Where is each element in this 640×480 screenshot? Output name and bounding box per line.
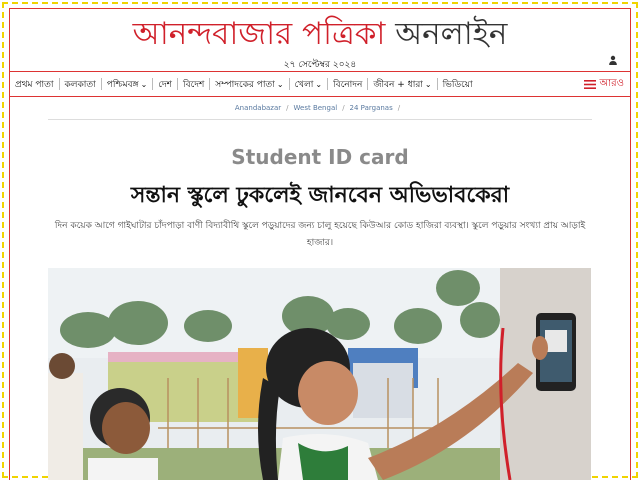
more-menu-button[interactable]: আরও bbox=[584, 76, 624, 93]
nav-item-label: পশ্চিমবঙ্গ bbox=[106, 79, 139, 90]
nav-item-label: প্রথম পাতা bbox=[15, 79, 54, 90]
masthead-logo[interactable]: আনন্দবাজার পত্রিকা অনলাইন bbox=[0, 14, 640, 54]
nav-item-label: ভিডিয়ো bbox=[442, 79, 473, 90]
article-headline: সন্তান স্কুলে ঢুকলেই জানবেন অভিভাবকেরা bbox=[130, 182, 510, 208]
user-icon[interactable] bbox=[607, 54, 619, 66]
nav-item[interactable]: প্রথম পাতা bbox=[10, 75, 59, 93]
nav-item[interactable]: দেশ bbox=[153, 75, 177, 93]
article-standfirst: দিন কয়েক আগে গাইঘাটার চাঁদপাড়া বাণী বি… bbox=[54, 221, 586, 248]
breadcrumb-divider bbox=[48, 119, 592, 120]
nav-item[interactable]: বিদেশ bbox=[178, 75, 209, 93]
article-kicker: Student ID card bbox=[231, 145, 409, 169]
chevron-down-icon: ⌄ bbox=[140, 79, 148, 89]
nav-item[interactable]: ভিডিয়ো bbox=[438, 75, 478, 93]
nav-item-label: দেশ bbox=[158, 79, 173, 90]
more-menu-label: আরও bbox=[599, 78, 624, 89]
breadcrumb-link[interactable]: 24 Parganas bbox=[350, 104, 393, 112]
chevron-down-icon: ⌄ bbox=[424, 79, 432, 89]
nav-item-label: জীবন + ধারা bbox=[373, 79, 423, 90]
nav-item-label: বিনোদন bbox=[333, 79, 363, 90]
breadcrumb-link[interactable]: West Bengal bbox=[294, 104, 338, 112]
article-photo-illustration bbox=[48, 268, 591, 480]
article-photo[interactable] bbox=[48, 268, 591, 480]
nav-item[interactable]: জীবন + ধারা ⌄ bbox=[368, 75, 436, 93]
nav-item-label: কলকাতা bbox=[64, 79, 96, 90]
breadcrumb-separator: / bbox=[342, 104, 345, 112]
nav-item-label: খেলা bbox=[294, 79, 314, 90]
nav-item[interactable]: বিনোদন bbox=[328, 75, 367, 93]
masthead-name-red: আনন্দবাজার পত্রিকা bbox=[132, 16, 386, 52]
breadcrumb-separator: / bbox=[286, 104, 289, 112]
breadcrumb: Anandabazar / West Bengal / 24 Parganas / bbox=[0, 104, 640, 112]
nav-item-label: সম্পাদকের পাতা bbox=[215, 79, 275, 90]
masthead-name-dark: অনলাইন bbox=[395, 16, 508, 52]
nav-item[interactable]: কলকাতা bbox=[60, 75, 101, 93]
nav-item[interactable]: সম্পাদকের পাতা ⌄ bbox=[210, 75, 288, 93]
edition-date: ২৭ সেপ্টেম্বর ২০২৪ bbox=[283, 60, 357, 70]
nav-item[interactable]: খেলা ⌄ bbox=[290, 75, 328, 93]
breadcrumb-link[interactable]: Anandabazar bbox=[235, 104, 281, 112]
breadcrumb-separator: / bbox=[397, 104, 401, 112]
nav-item-label: বিদেশ bbox=[183, 79, 205, 90]
main-navigation: প্রথম পাতা কলকাতা পশ্চিমবঙ্গ ⌄ দেশ বিদেশ সম্পা… bbox=[10, 71, 630, 97]
chevron-down-icon: ⌄ bbox=[315, 79, 323, 89]
hamburger-menu-icon bbox=[584, 80, 597, 89]
chevron-down-icon: ⌄ bbox=[276, 79, 284, 89]
nav-item[interactable]: পশ্চিমবঙ্গ ⌄ bbox=[102, 75, 153, 93]
